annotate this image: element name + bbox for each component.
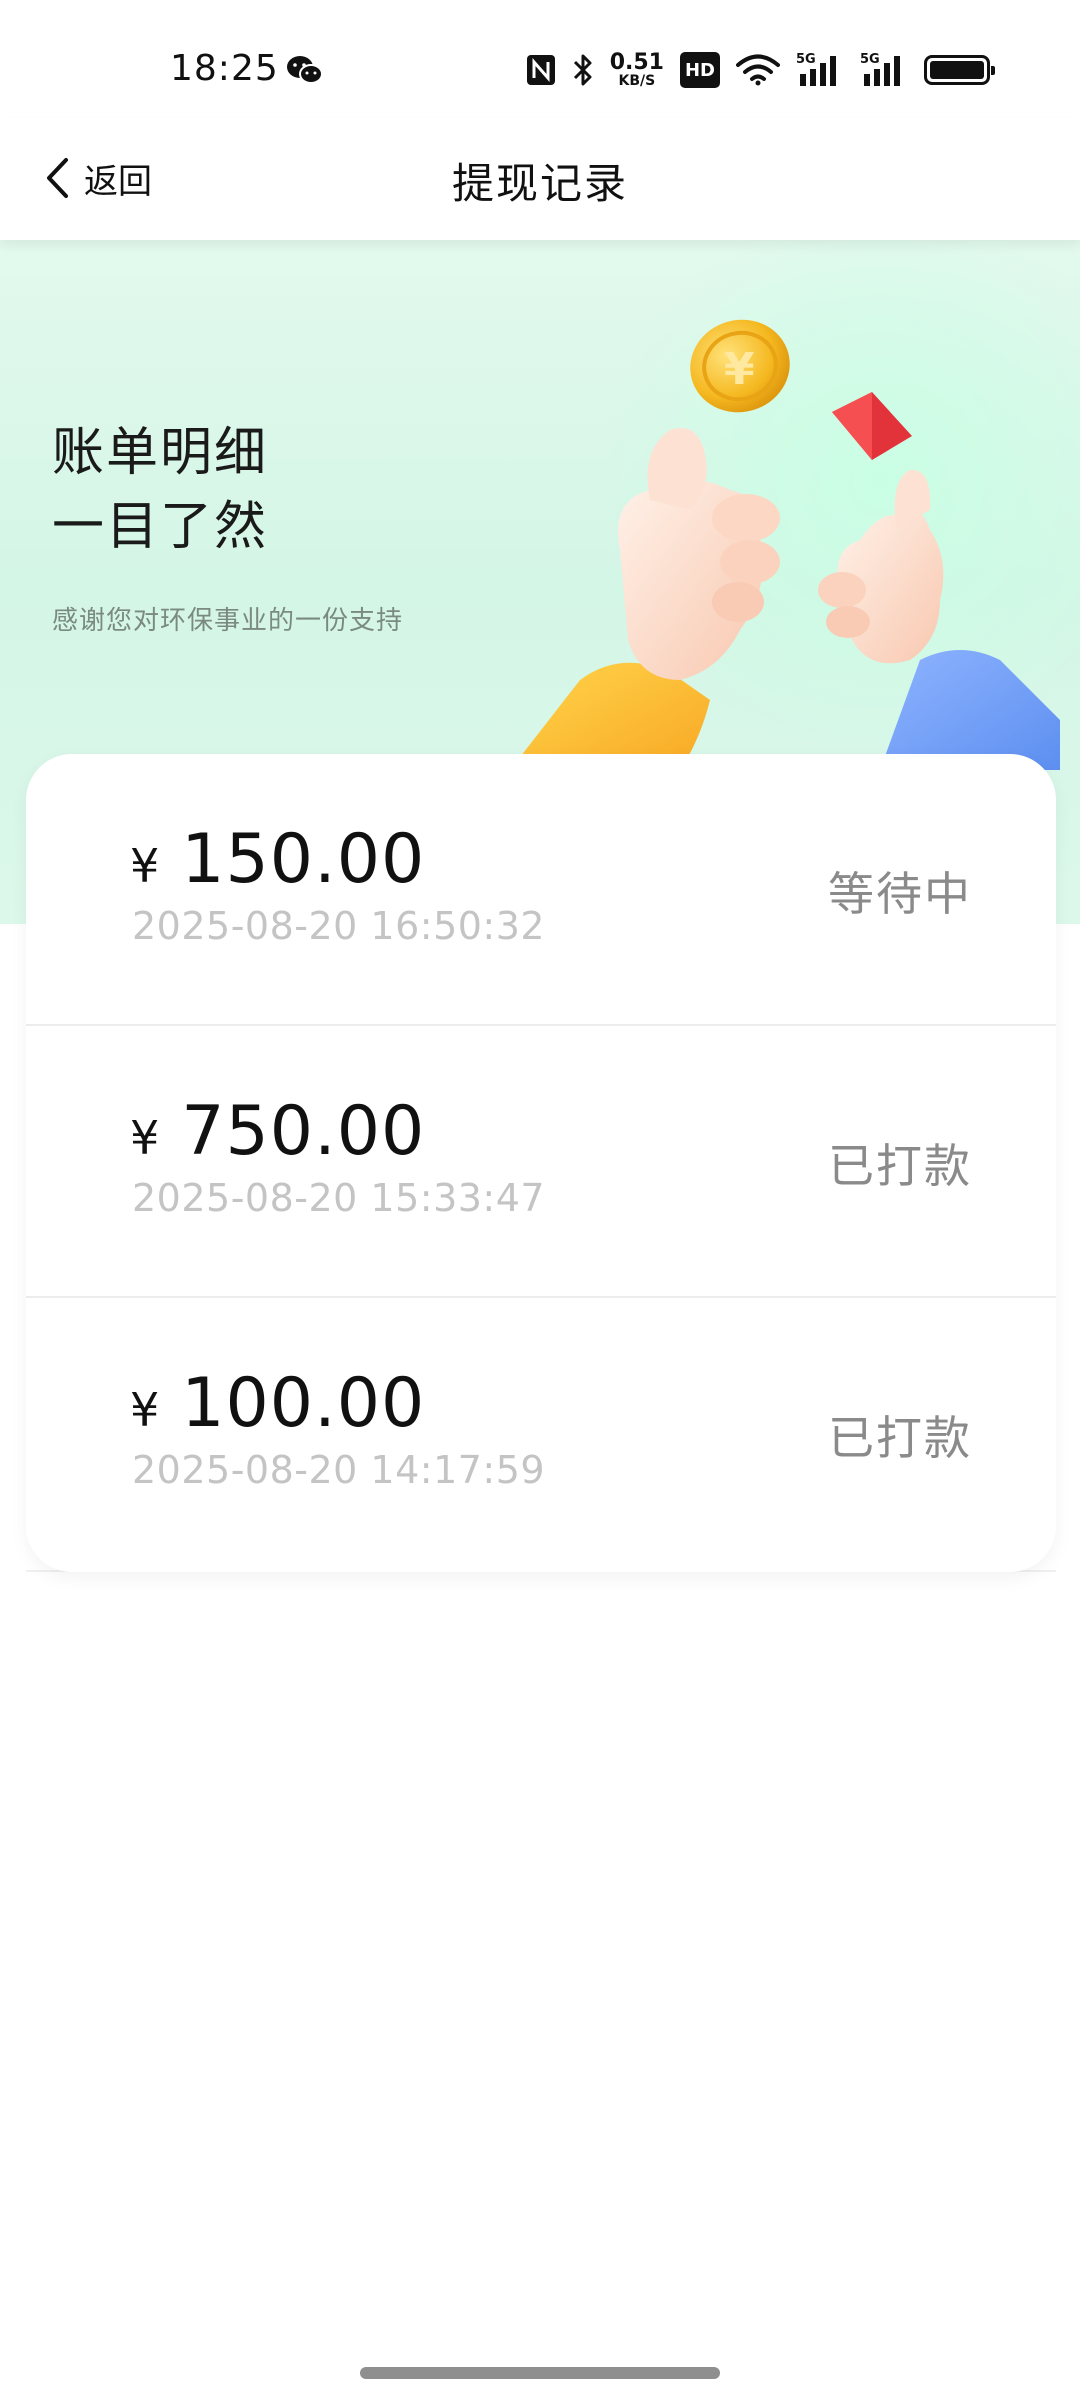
amount-value: 150.00 [181,820,426,899]
svg-text:5G: 5G [796,52,816,67]
currency-symbol: ¥ [130,839,160,893]
currency-symbol: ¥ [130,1383,160,1437]
hands-coin-illustration: ¥ [510,319,1060,770]
banner-title-line1: 账单明细 [52,423,269,483]
coin-symbol: ¥ [724,344,755,395]
record-time: 2025-08-20 14:17:59 [132,1448,546,1492]
net-speed-unit: KB/S [618,73,656,89]
record-row[interactable]: ¥750.00 2025-08-20 15:33:47 已打款 [26,1026,1056,1298]
banner-title-line2: 一目了然 [52,497,269,557]
signal-5g-icon: 5G [796,52,836,86]
home-indicator[interactable] [360,2367,720,2379]
record-row[interactable]: ¥100.00 2025-08-20 14:17:59 已打款 [26,1298,1056,1570]
amount-value: 100.00 [181,1364,426,1443]
svg-text:5G: 5G [860,52,880,67]
banner-title: 账单明细 一目了然 [52,416,268,564]
currency-symbol: ¥ [130,1111,160,1165]
coin-icon: ¥ [690,319,790,413]
net-speed: 0.51 KB/S [609,50,664,89]
battery-icon [924,55,995,85]
hd-icon: HD [679,52,720,88]
page-title: 提现记录 [451,159,628,208]
amount-value: 750.00 [181,1092,426,1171]
amount-group: ¥750.00 [130,1092,425,1171]
banner-subtitle: 感谢您对环保事业的一份支持 [52,606,404,636]
record-status: 已打款 [828,1411,972,1465]
record-row[interactable]: ¥150.00 2025-08-20 16:50:32 等待中 [26,754,1056,1026]
wechat-icon [287,56,323,84]
amount-group: ¥150.00 [130,820,425,899]
amount-group: ¥100.00 [130,1364,425,1443]
net-speed-value: 0.51 [609,50,664,75]
wifi-icon [736,54,780,86]
status-icons: 0.51 KB/S HD 5G 5G [526,50,995,90]
record-time: 2025-08-20 15:33:47 [132,1176,546,1220]
nfc-icon [526,55,555,85]
record-time: 2025-08-20 16:50:32 [132,904,546,948]
status-time: 18:25 [170,48,279,89]
bluetooth-icon [573,54,592,86]
signal-5g-icon: 5G [860,52,900,86]
nav-bar: 返回 提现记录 [0,118,1080,240]
records-list: ¥150.00 2025-08-20 16:50:32 等待中 ¥750.00 2025… [26,754,1056,1572]
record-status: 等待中 [828,867,972,921]
record-status: 已打款 [828,1139,972,1193]
